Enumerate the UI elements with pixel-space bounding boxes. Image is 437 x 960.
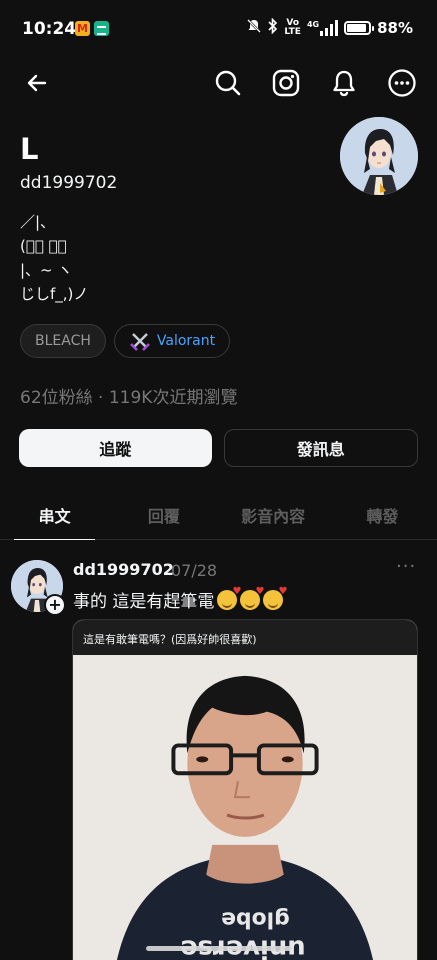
profile-stats[interactable]: 62位粉絲 · 119K次近期瀏覽	[20, 383, 237, 408]
status-bar: 10:24 M Vo LTE 4G 88%	[0, 0, 437, 60]
mcdonalds-app-icon: M	[75, 21, 90, 36]
volte-icon: Vo LTE	[284, 18, 301, 37]
more-icon	[388, 69, 416, 97]
post-more-button[interactable]: ···	[396, 556, 416, 577]
bell-icon	[333, 70, 355, 97]
smiling-face-with-hearts-icon	[240, 586, 264, 610]
message-button[interactable]: 發訊息	[223, 429, 418, 467]
profile-display-name: L	[20, 132, 39, 166]
tag-bleach[interactable]: BLEACH	[20, 324, 106, 358]
back-arrow-icon	[27, 74, 47, 92]
tab-reposts[interactable]: 轉發	[328, 490, 437, 539]
home-indicator[interactable]	[146, 946, 292, 951]
profile-tags: BLEACH Valorant	[20, 324, 231, 358]
tag-label: Valorant	[156, 333, 216, 349]
smiling-face-with-hearts-icon	[217, 586, 241, 610]
post-image-card[interactable]: 這是有敢筆電嗎？(因爲好帥很喜歡) globe universe	[72, 619, 418, 960]
image-caption: 這是有敢筆電嗎？(因爲好帥很喜歡)	[73, 620, 417, 655]
post-text-content: 事的 這是有趕筆電	[73, 592, 215, 612]
back-button[interactable]	[19, 65, 55, 101]
post-text: 事的 這是有趕筆電	[73, 586, 287, 613]
tab-threads[interactable]: 串文	[0, 490, 109, 540]
anime-character-avatar-image	[340, 117, 418, 195]
battery-icon	[344, 21, 375, 35]
app-notification-icon	[94, 21, 109, 36]
profile-tabs: 串文 回覆 影音內容 轉發	[0, 490, 437, 540]
profile-bio: ／|、 (ﾟ､ ｡７ |、~ ヽ じしf_,)ノ	[20, 213, 89, 303]
search-icon	[215, 70, 241, 96]
more-options-button[interactable]	[384, 65, 420, 101]
tab-replies[interactable]: 回覆	[109, 490, 218, 539]
person-photo-image: globe universe	[73, 655, 417, 960]
search-button[interactable]	[210, 65, 246, 101]
status-time: 10:24	[22, 19, 77, 39]
signal-icon: 4G	[307, 20, 339, 36]
tab-media[interactable]: 影音內容	[219, 490, 328, 539]
notifications-button[interactable]	[326, 65, 362, 101]
profile-username: dd1999702	[20, 173, 118, 193]
top-nav	[0, 60, 437, 106]
instagram-icon	[272, 69, 300, 97]
tag-valorant[interactable]: Valorant	[113, 324, 231, 358]
post-username[interactable]: dd1999702	[73, 560, 174, 579]
crossed-swords-icon	[129, 333, 150, 351]
tag-label: BLEACH	[35, 333, 91, 349]
mute-icon	[246, 18, 262, 38]
post-date: 07/28	[171, 561, 218, 580]
status-right: Vo LTE 4G 88%	[246, 17, 413, 38]
battery-percent: 88%	[377, 19, 413, 37]
follow-plus-icon[interactable]: +	[44, 594, 66, 616]
instagram-button[interactable]	[268, 65, 304, 101]
profile-actions: 追蹤 發訊息	[19, 429, 418, 467]
shirt-text-1: globe	[221, 906, 290, 931]
follow-button[interactable]: 追蹤	[19, 429, 212, 467]
profile-avatar[interactable]	[340, 117, 418, 195]
smiling-face-with-hearts-icon	[263, 586, 287, 610]
bluetooth-icon	[268, 17, 278, 38]
